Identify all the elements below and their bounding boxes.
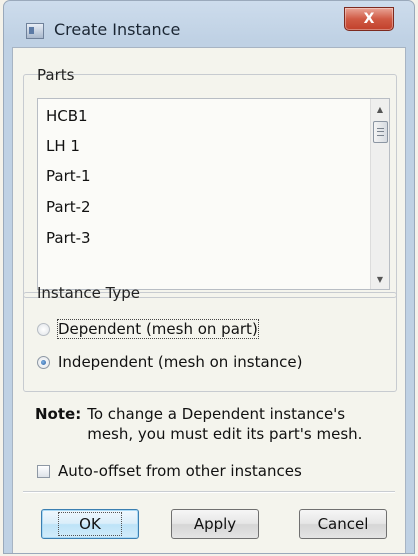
- note-prefix: Note:: [35, 405, 82, 423]
- ok-button[interactable]: OK: [41, 509, 139, 539]
- dialog-body: Parts HCB1 LH 1 Part-1 Part-2 Part-3 ▲ ▼…: [12, 47, 406, 553]
- create-instance-dialog: Create Instance X Parts HCB1 LH 1 Part-1…: [3, 0, 415, 554]
- apply-button-label: Apply: [193, 515, 237, 533]
- cancel-button[interactable]: Cancel: [299, 509, 387, 539]
- instance-type-group: [23, 292, 397, 392]
- list-item[interactable]: Part-1: [46, 165, 91, 187]
- dependent-radio[interactable]: [37, 322, 50, 336]
- independent-radio[interactable]: [37, 355, 50, 369]
- window-icon: [26, 23, 44, 39]
- list-item[interactable]: Part-3: [46, 227, 91, 249]
- instance-type-label: Instance Type: [37, 284, 141, 302]
- apply-button[interactable]: Apply: [171, 509, 259, 539]
- scroll-up-icon[interactable]: ▲: [371, 101, 389, 117]
- parts-scrollbar[interactable]: ▲ ▼: [370, 99, 389, 289]
- divider: [23, 491, 395, 493]
- cancel-button-label: Cancel: [317, 515, 369, 533]
- note-text: To change a Dependent instance's mesh, y…: [87, 405, 363, 443]
- auto-offset-option[interactable]: Auto-offset from other instances: [37, 462, 302, 480]
- parts-list[interactable]: HCB1 LH 1 Part-1 Part-2 Part-3 ▲ ▼: [37, 98, 390, 290]
- note: Note: To change a Dependent instance's me…: [35, 404, 395, 444]
- close-icon: X: [363, 11, 375, 27]
- list-item[interactable]: Part-2: [46, 196, 91, 218]
- list-item[interactable]: HCB1: [46, 105, 88, 127]
- scrollbar-thumb[interactable]: [373, 121, 388, 143]
- independent-option[interactable]: Independent (mesh on instance): [37, 351, 302, 373]
- close-button[interactable]: X: [344, 7, 394, 31]
- dependent-option[interactable]: Dependent (mesh on part): [37, 318, 259, 340]
- dependent-option-label: Dependent (mesh on part): [57, 319, 259, 339]
- parts-label: Parts: [37, 66, 75, 84]
- auto-offset-label: Auto-offset from other instances: [58, 462, 302, 480]
- independent-option-label: Independent (mesh on instance): [58, 353, 303, 371]
- list-item[interactable]: LH 1: [46, 135, 80, 157]
- window-title: Create Instance: [54, 20, 181, 39]
- scroll-down-icon[interactable]: ▼: [371, 271, 389, 287]
- auto-offset-checkbox[interactable]: [37, 464, 50, 478]
- ok-button-label: OK: [58, 512, 122, 536]
